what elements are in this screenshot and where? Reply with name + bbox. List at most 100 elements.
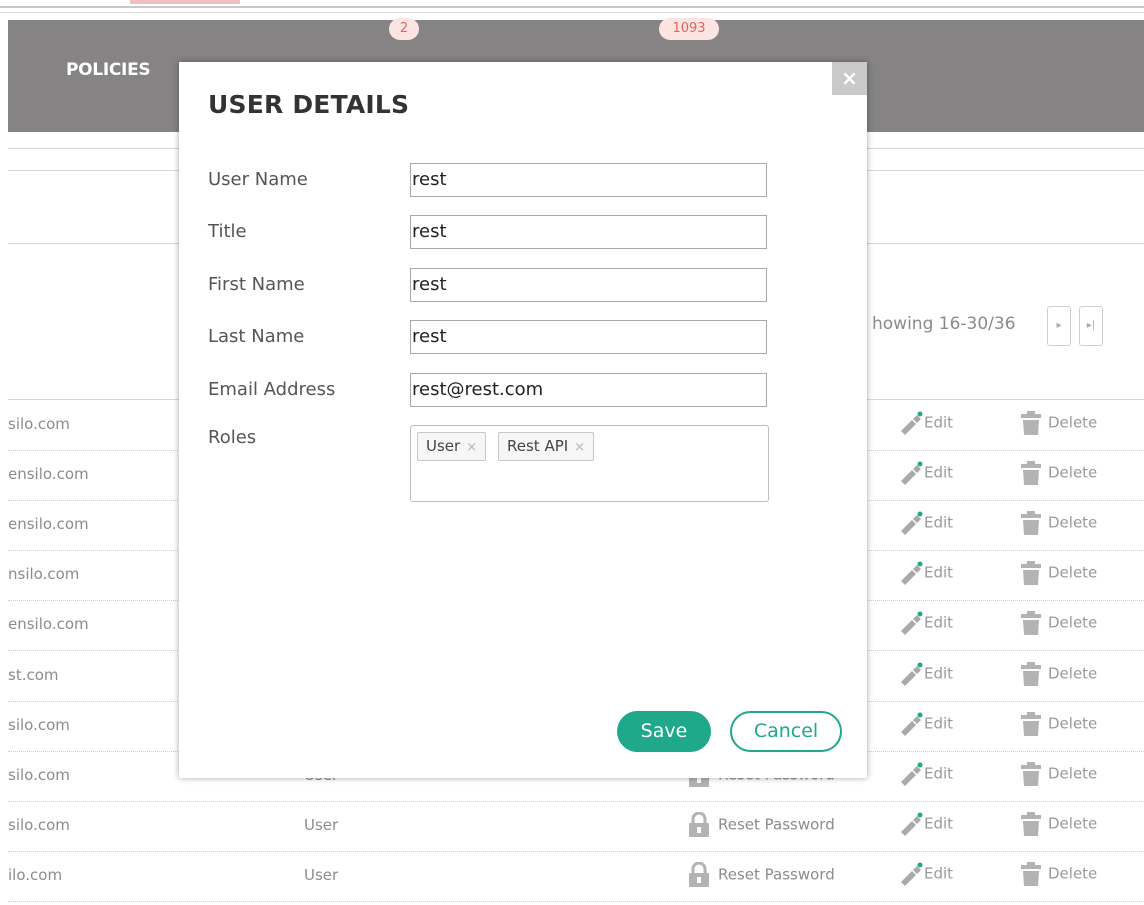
- trash-icon: [1021, 712, 1041, 736]
- title-input[interactable]: rest: [410, 215, 767, 249]
- cancel-button[interactable]: Cancel: [730, 711, 842, 752]
- top-divider: [0, 6, 1144, 8]
- edit-icon: [901, 411, 923, 435]
- edit-button[interactable]: Edit: [898, 561, 953, 585]
- delete-button[interactable]: Delete: [1020, 862, 1097, 886]
- trash-icon: [1021, 511, 1041, 535]
- reset-password-button[interactable]: Reset Password: [688, 812, 835, 838]
- edit-button[interactable]: Edit: [898, 511, 953, 535]
- lock-icon: [689, 812, 709, 837]
- edit-icon: [901, 812, 923, 836]
- email-input[interactable]: rest@rest.com: [410, 373, 767, 407]
- delete-label: Delete: [1048, 413, 1098, 432]
- edit-icon: [901, 862, 923, 886]
- role-tag: Rest API ×: [498, 432, 595, 461]
- save-button[interactable]: Save: [617, 711, 711, 752]
- edit-icon: [901, 461, 923, 485]
- edit-button[interactable]: Edit: [898, 812, 953, 836]
- delete-label: Delete: [1048, 513, 1098, 532]
- edit-icon: [901, 762, 923, 786]
- trash-icon: [1021, 611, 1041, 635]
- edit-label: Edit: [924, 563, 954, 582]
- reset-password-label: Reset Password: [718, 865, 835, 884]
- user-email: ensilo.com: [8, 615, 89, 633]
- delete-label: Delete: [1048, 764, 1098, 783]
- notification-badge[interactable]: 2: [389, 18, 419, 40]
- title-label: Title: [208, 221, 247, 242]
- count-badge[interactable]: 1093: [659, 18, 719, 40]
- edit-button[interactable]: Edit: [898, 411, 953, 435]
- delete-button[interactable]: Delete: [1020, 712, 1097, 736]
- user-name-input[interactable]: rest: [410, 163, 767, 197]
- user-email: st.com: [8, 666, 59, 684]
- top-accent-bar: [130, 0, 240, 4]
- last-page-button[interactable]: ▸|: [1079, 306, 1103, 346]
- next-page-button[interactable]: ▸: [1047, 306, 1071, 346]
- remove-tag-icon[interactable]: ×: [466, 440, 477, 455]
- user-name-label: User Name: [208, 169, 308, 190]
- edit-button[interactable]: Edit: [898, 762, 953, 786]
- delete-button[interactable]: Delete: [1020, 762, 1097, 786]
- edit-icon: [901, 561, 923, 585]
- nav-item-policies[interactable]: POLICIES: [66, 60, 151, 80]
- trash-icon: [1021, 662, 1041, 686]
- roles-input[interactable]: User × Rest API ×: [410, 425, 769, 502]
- delete-label: Delete: [1048, 864, 1098, 883]
- edit-icon: [901, 511, 923, 535]
- reset-password-label: Reset Password: [718, 815, 835, 834]
- edit-label: Edit: [924, 864, 954, 883]
- delete-label: Delete: [1048, 664, 1098, 683]
- edit-button[interactable]: Edit: [898, 712, 953, 736]
- table-row: ilo.com User Reset Password Edit Delete: [8, 852, 1144, 902]
- edit-icon: [901, 611, 923, 635]
- remove-tag-icon[interactable]: ×: [574, 440, 585, 455]
- trash-icon: [1021, 812, 1041, 836]
- delete-button[interactable]: Delete: [1020, 662, 1097, 686]
- modal-title: USER DETAILS: [208, 90, 410, 119]
- edit-label: Edit: [924, 463, 954, 482]
- close-icon[interactable]: ×: [832, 62, 867, 95]
- user-email: ensilo.com: [8, 515, 89, 533]
- user-role: User: [304, 816, 339, 834]
- edit-label: Edit: [924, 764, 954, 783]
- delete-button[interactable]: Delete: [1020, 812, 1097, 836]
- roles-label: Roles: [208, 427, 257, 448]
- edit-label: Edit: [924, 413, 954, 432]
- first-name-input[interactable]: rest: [410, 268, 767, 302]
- trash-icon: [1021, 411, 1041, 435]
- trash-icon: [1021, 762, 1041, 786]
- edit-label: Edit: [924, 613, 954, 632]
- edit-icon: [901, 712, 923, 736]
- delete-button[interactable]: Delete: [1020, 411, 1097, 435]
- delete-label: Delete: [1048, 714, 1098, 733]
- lock-icon: [689, 862, 709, 887]
- edit-button[interactable]: Edit: [898, 461, 953, 485]
- user-email: silo.com: [8, 816, 70, 834]
- user-email: ensilo.com: [8, 465, 89, 483]
- email-label: Email Address: [208, 379, 336, 400]
- edit-label: Edit: [924, 714, 954, 733]
- table-row: silo.com User Reset Password Edit Delete: [8, 802, 1144, 852]
- trash-icon: [1021, 461, 1041, 485]
- delete-label: Delete: [1048, 613, 1098, 632]
- delete-label: Delete: [1048, 814, 1098, 833]
- reset-password-button[interactable]: Reset Password: [688, 862, 835, 888]
- last-name-input[interactable]: rest: [410, 320, 767, 354]
- edit-label: Edit: [924, 814, 954, 833]
- role-tag-label: Rest API: [507, 437, 569, 455]
- edit-button[interactable]: Edit: [898, 662, 953, 686]
- edit-button[interactable]: Edit: [898, 862, 953, 886]
- delete-button[interactable]: Delete: [1020, 461, 1097, 485]
- user-email: silo.com: [8, 716, 70, 734]
- top-divider-secondary: [0, 12, 1144, 13]
- delete-button[interactable]: Delete: [1020, 611, 1097, 635]
- trash-icon: [1021, 561, 1041, 585]
- edit-button[interactable]: Edit: [898, 611, 953, 635]
- first-name-label: First Name: [208, 274, 305, 295]
- edit-label: Edit: [924, 513, 954, 532]
- delete-button[interactable]: Delete: [1020, 511, 1097, 535]
- delete-button[interactable]: Delete: [1020, 561, 1097, 585]
- delete-label: Delete: [1048, 563, 1098, 582]
- role-tag: User ×: [417, 432, 487, 461]
- edit-icon: [901, 662, 923, 686]
